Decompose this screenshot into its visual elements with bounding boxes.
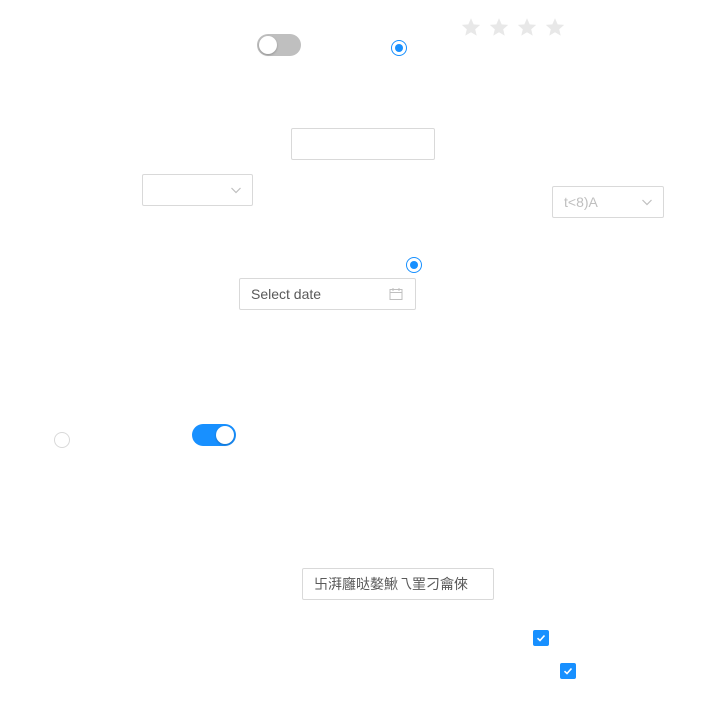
- input-value: 卐湃廱哒嫯鰍乁罣刁龠倈: [314, 576, 468, 592]
- checkbox-1[interactable]: [533, 630, 549, 646]
- text-input-filled[interactable]: 卐湃廱哒嫯鰍乁罣刁龠倈: [302, 568, 494, 600]
- radio-button-left[interactable]: [54, 432, 70, 448]
- radio-button-middle[interactable]: [406, 257, 422, 273]
- checkmark-icon: [536, 634, 546, 642]
- chevron-down-icon: [642, 199, 652, 206]
- text-input-empty[interactable]: [291, 128, 435, 160]
- toggle-switch-left[interactable]: [192, 424, 236, 446]
- star-icon[interactable]: [488, 16, 510, 38]
- checkbox-2[interactable]: [560, 663, 576, 679]
- select-value: t<8)A: [564, 194, 598, 210]
- date-placeholder: Select date: [251, 286, 322, 302]
- date-picker[interactable]: Select date: [239, 278, 416, 310]
- switch-knob: [259, 36, 277, 54]
- radio-button-top[interactable]: [391, 40, 407, 56]
- select-right-disabled[interactable]: t<8)A: [552, 186, 664, 218]
- switch-knob: [216, 426, 234, 444]
- star-icon[interactable]: [544, 16, 566, 38]
- checkmark-icon: [563, 667, 573, 675]
- chevron-down-icon: [231, 187, 241, 194]
- calendar-icon: [389, 288, 403, 300]
- star-icon[interactable]: [516, 16, 538, 38]
- form-canvas: t<8)A Select date 卐湃廱哒嫯鰍乁罣刁龠倈: [0, 0, 717, 725]
- toggle-switch-top[interactable]: [257, 34, 301, 56]
- select-left[interactable]: [142, 174, 253, 206]
- star-rating[interactable]: [460, 16, 570, 40]
- star-icon[interactable]: [460, 16, 482, 38]
